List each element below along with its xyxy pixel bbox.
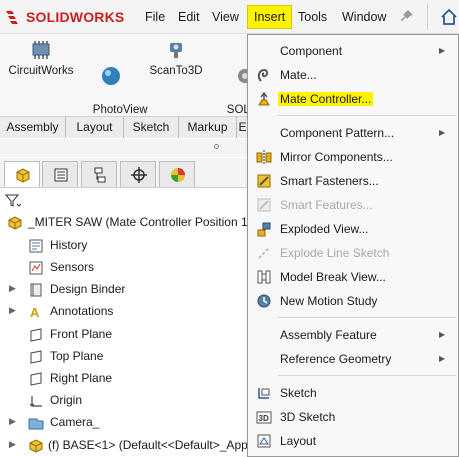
part-icon: [29, 439, 43, 453]
tab-display-manager[interactable]: [159, 161, 195, 187]
menu-item-model-break-view[interactable]: Model Break View...: [248, 266, 458, 288]
menu-separator: [278, 375, 456, 376]
menubar-divider: [427, 4, 428, 30]
menu-item-exploded-view[interactable]: Exploded View...: [248, 218, 458, 240]
layout-icon: [257, 434, 271, 448]
expand-arrow-icon[interactable]: ▶: [9, 283, 16, 294]
circuitworks-button[interactable]: CircuitWorks: [6, 39, 76, 78]
circuitworks-icon: [32, 41, 50, 59]
scanto3d-button[interactable]: ScanTo3D: [146, 39, 206, 78]
menu-item-mate-controller[interactable]: Mate Controller...: [248, 88, 458, 110]
menu-item-explode-line-sketch[interactable]: Explode Line Sketch: [248, 242, 458, 264]
tree-item-origin[interactable]: Origin: [0, 390, 248, 412]
menu-item-layout[interactable]: Layout: [248, 430, 458, 452]
tab-layout[interactable]: Layout: [66, 117, 124, 138]
mate-icon: [257, 68, 269, 82]
menu-view[interactable]: View: [212, 10, 239, 24]
tree-item-base[interactable]: ▶ (f) BASE<1> (Default<<Default>_App: [0, 435, 248, 457]
menu-item-reference-geometry[interactable]: Reference Geometry ▶: [248, 348, 458, 370]
binder-icon: [30, 283, 42, 297]
model-break-icon: [257, 270, 271, 284]
configuration-manager-icon: [94, 167, 106, 183]
expand-arrow-icon[interactable]: ▶: [9, 416, 16, 427]
plane-icon: [30, 328, 42, 342]
sensors-icon: [29, 261, 43, 275]
feature-manager-icon: [16, 168, 30, 183]
svg-text:3D: 3D: [259, 414, 269, 423]
tab-assembly[interactable]: Assembly: [0, 117, 66, 138]
property-manager-icon: [54, 168, 68, 182]
menu-item-sketch[interactable]: Sketch: [248, 382, 458, 404]
display-manager-icon: [171, 168, 185, 182]
svg-text:A: A: [30, 305, 40, 320]
3d-sketch-icon: 3D: [256, 411, 272, 424]
origin-icon: [29, 396, 42, 407]
plane-icon: [30, 372, 42, 386]
plane-icon: [30, 350, 42, 364]
submenu-arrow-icon: ▶: [439, 46, 446, 55]
menu-item-mate[interactable]: Mate...: [248, 64, 458, 86]
menu-item-mirror-components[interactable]: Mirror Components...: [248, 146, 458, 168]
explode-line-icon: [258, 247, 270, 259]
expand-arrow-icon[interactable]: ▶: [9, 439, 16, 450]
menu-separator: [278, 115, 456, 116]
submenu-arrow-icon: ▶: [439, 330, 446, 339]
tab-sketch[interactable]: Sketch: [124, 117, 179, 138]
tree-item-annotations[interactable]: ▶ A Annotations: [0, 301, 248, 323]
smart-fasteners-icon: [257, 174, 271, 188]
ds-logo-icon: [6, 11, 18, 24]
motion-study-icon: [257, 294, 271, 308]
menu-item-assembly-feature[interactable]: Assembly Feature ▶: [248, 324, 458, 346]
tab-property-manager[interactable]: [42, 161, 78, 187]
tab-configuration-manager[interactable]: [81, 161, 117, 187]
submenu-arrow-icon: ▶: [439, 128, 446, 137]
mirror-components-icon: [256, 150, 272, 164]
menu-window[interactable]: Window: [342, 10, 386, 24]
menu-item-smart-fasteners[interactable]: Smart Fasteners...: [248, 170, 458, 192]
filter-icon[interactable]: [5, 193, 21, 209]
scanto3d-icon: [170, 43, 182, 58]
assembly-icon: [8, 216, 22, 230]
pin-icon[interactable]: [400, 9, 414, 23]
menu-item-smart-features[interactable]: Smart Features...: [248, 194, 458, 216]
brand-name: SOLIDWORKS: [26, 9, 125, 25]
menu-item-component[interactable]: Component ▶: [248, 40, 458, 62]
home-icon[interactable]: [440, 8, 458, 26]
submenu-arrow-icon: ▶: [439, 354, 446, 363]
menu-item-new-motion-study[interactable]: New Motion Study: [248, 290, 458, 312]
tab-markup[interactable]: Markup: [179, 117, 237, 138]
tree-item-sensors[interactable]: Sensors: [0, 257, 248, 279]
tree-item-right-plane[interactable]: Right Plane: [0, 368, 248, 390]
menu-edit[interactable]: Edit: [178, 10, 200, 24]
tree-item-front-plane[interactable]: Front Plane: [0, 324, 248, 346]
tab-feature-manager[interactable]: [4, 161, 40, 187]
exploded-view-icon: [257, 222, 271, 237]
mate-controller-icon: [258, 91, 270, 106]
annotations-icon: A: [30, 305, 40, 320]
menu-insert[interactable]: Insert: [247, 5, 293, 29]
menu-item-3d-sketch[interactable]: 3D 3D Sketch: [248, 406, 458, 428]
menu-tools[interactable]: Tools: [298, 10, 327, 24]
smart-features-icon: [257, 198, 271, 212]
insert-menu-dropdown: Component ▶ Mate... Mate Controller... C…: [247, 34, 459, 457]
solidworks-logo[interactable]: SOLIDWORKS: [4, 8, 124, 26]
camera-icon: [28, 418, 44, 430]
tab-dimxpert-manager[interactable]: [120, 161, 156, 187]
tree-item-history[interactable]: History: [0, 235, 248, 257]
dimxpert-icon: [131, 167, 147, 183]
menu-item-component-pattern[interactable]: Component Pattern... ▶: [248, 122, 458, 144]
tree-item-top-plane[interactable]: Top Plane: [0, 346, 248, 368]
menu-separator: [278, 317, 456, 318]
tree-item-camera[interactable]: ▶ Camera_: [0, 412, 248, 434]
tree-item-root[interactable]: _MITER SAW (Mate Controller Position 1<: [0, 212, 255, 234]
menu-bar: SOLIDWORKS File Edit View Insert Tools W…: [0, 0, 459, 34]
expand-arrow-icon[interactable]: ▶: [9, 305, 16, 316]
sketch-icon: [258, 388, 270, 399]
history-icon: [29, 239, 43, 253]
menu-file[interactable]: File: [145, 10, 165, 24]
splitter-handle[interactable]: [214, 144, 219, 149]
tree-item-design-binder[interactable]: ▶ Design Binder: [0, 279, 248, 301]
photoview-icon: [102, 67, 120, 85]
